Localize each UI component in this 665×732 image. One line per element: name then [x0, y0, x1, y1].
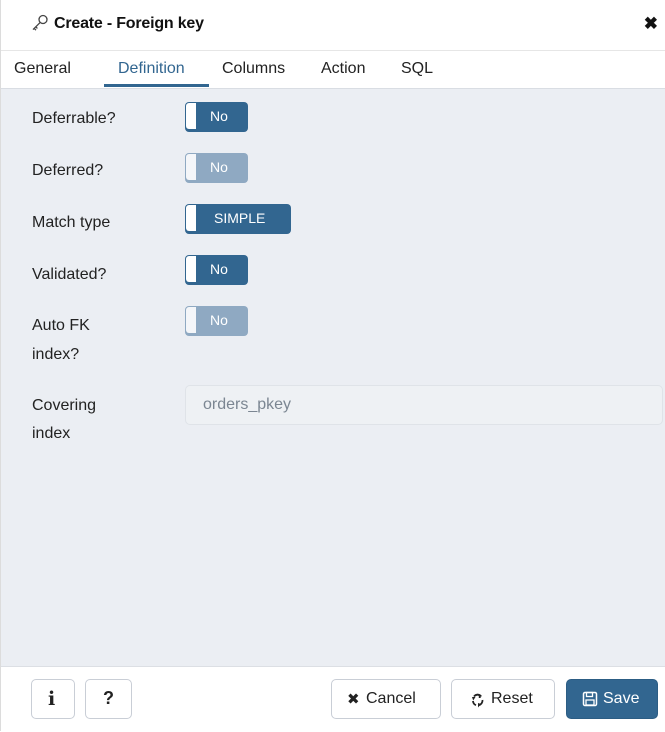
close-icon[interactable]: ✖ — [644, 14, 658, 34]
cancel-label: Cancel — [366, 690, 416, 707]
key-icon — [32, 14, 48, 31]
definition-panel: Deferrable? No Deferred? No Match type S… — [1, 89, 665, 666]
auto-fk-index-toggle[interactable]: No — [185, 306, 248, 336]
reset-label: Reset — [491, 690, 533, 707]
info-icon: i — [48, 688, 56, 710]
dialog-footer: i ? ✖ Cancel Reset Save — [1, 666, 665, 732]
validated-toggle-text: No — [210, 261, 228, 277]
floppy-disk-icon — [582, 691, 598, 707]
tab-action[interactable]: Action — [321, 60, 365, 78]
cancel-button[interactable]: ✖ Cancel — [331, 679, 441, 719]
deferrable-toggle[interactable]: No — [185, 102, 248, 132]
covering-index-field[interactable]: orders_pkey — [185, 385, 663, 425]
validated-label: Validated? — [32, 266, 107, 283]
validated-toggle[interactable]: No — [185, 255, 248, 285]
tab-definition[interactable]: Definition — [118, 60, 185, 78]
reset-button[interactable]: Reset — [451, 679, 555, 719]
toggle-knob — [186, 154, 196, 180]
auto-fk-index-label-line1: Auto FK — [32, 317, 90, 334]
toggle-knob — [186, 205, 196, 231]
match-type-label: Match type — [32, 214, 111, 231]
save-button[interactable]: Save — [566, 679, 658, 719]
deferrable-toggle-text: No — [210, 108, 228, 124]
recycle-icon — [472, 693, 484, 708]
match-type-toggle-text: SIMPLE — [214, 210, 266, 226]
toggle-knob — [186, 256, 196, 282]
tab-sql[interactable]: SQL — [401, 60, 433, 78]
help-button[interactable]: ? — [85, 679, 132, 719]
covering-index-value: orders_pkey — [203, 396, 292, 413]
toggle-knob — [186, 103, 196, 129]
auto-fk-index-toggle-text: No — [210, 312, 228, 328]
toggle-knob — [186, 307, 196, 333]
create-foreign-key-dialog: Create - Foreign key ✖ General Definitio… — [0, 0, 665, 732]
info-button[interactable]: i — [31, 679, 75, 719]
cancel-icon: ✖ — [347, 691, 360, 708]
active-tab-indicator — [104, 84, 209, 87]
covering-index-label-line2: index — [32, 425, 71, 442]
match-type-toggle[interactable]: SIMPLE — [185, 204, 291, 234]
deferred-label: Deferred? — [32, 162, 104, 179]
auto-fk-index-label-line2: index? — [32, 346, 80, 363]
dialog-titlebar[interactable]: Create - Foreign key ✖ — [1, 0, 665, 51]
tab-bar: General Definition Columns Action SQL — [1, 50, 665, 89]
deferred-toggle[interactable]: No — [185, 153, 248, 183]
dialog-title: Create - Foreign key — [54, 15, 204, 32]
tab-columns[interactable]: Columns — [222, 60, 285, 78]
help-icon: ? — [103, 688, 114, 708]
covering-index-label-line1: Covering — [32, 397, 97, 414]
deferred-toggle-text: No — [210, 159, 228, 175]
deferrable-label: Deferrable? — [32, 110, 116, 127]
save-label: Save — [603, 690, 640, 707]
tab-general[interactable]: General — [14, 60, 71, 78]
